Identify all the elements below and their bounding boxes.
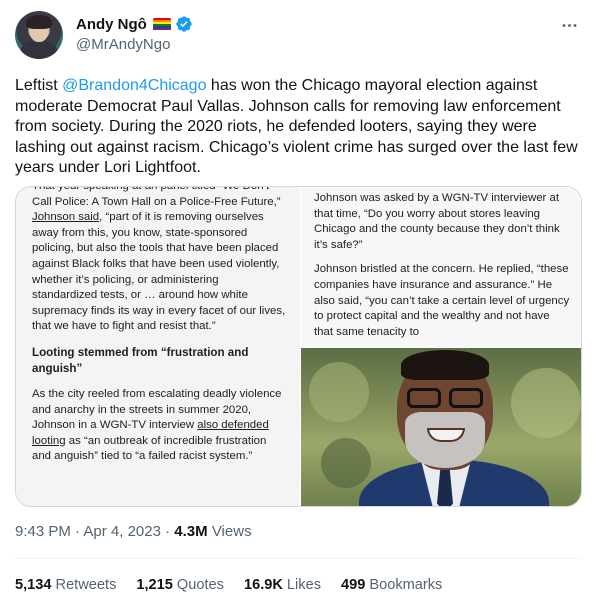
views-label: Views xyxy=(207,523,252,540)
more-horizontal-icon[interactable] xyxy=(557,13,581,37)
likes-stat[interactable]: 16.9K Likes xyxy=(244,577,321,593)
glasses-left-lens xyxy=(407,388,441,408)
rainbow-flag-icon xyxy=(152,17,171,31)
handle[interactable]: @MrAndyNgo xyxy=(76,36,170,53)
article-left-p1-a: That year speaking at an panel titled “W… xyxy=(32,186,281,208)
media-image[interactable]: That year speaking at an panel titled “W… xyxy=(15,186,582,507)
meta-separator: · xyxy=(160,523,175,540)
article-left-p1-link: Johnson said xyxy=(32,211,100,224)
meta-separator: · xyxy=(70,523,84,540)
display-name[interactable]: Andy Ngô xyxy=(76,16,147,33)
name-row: Andy Ngô xyxy=(76,15,193,33)
portrait-hair xyxy=(401,350,489,380)
quotes-count: 1,215 xyxy=(136,577,173,593)
mention-link[interactable]: @Brandon4Chicago xyxy=(62,77,206,94)
views-count: 4.3M xyxy=(174,523,208,540)
tweet-time[interactable]: 9:43 PM xyxy=(15,523,71,540)
retweets-label: Retweets xyxy=(55,577,117,593)
bokeh-3 xyxy=(321,438,371,488)
tweet-date[interactable]: Apr 4, 2023 xyxy=(83,523,161,540)
article-left-paragraph-2: As the city reeled from escalating deadl… xyxy=(32,387,286,465)
retweets-stat[interactable]: 5,134 Retweets xyxy=(15,577,116,593)
article-right-paragraph-1: Johnson was asked by a WGN-TV interviewe… xyxy=(314,192,560,251)
avatar[interactable] xyxy=(15,11,63,59)
bookmarks-count: 499 xyxy=(341,577,366,593)
likes-label: Likes xyxy=(286,577,321,593)
quotes-stat[interactable]: 1,215 Quotes xyxy=(136,577,224,593)
article-right-text: Johnson was asked by a WGN-TV interviewe… xyxy=(314,191,571,340)
glasses-right-lens xyxy=(449,388,483,408)
article-left-heading: Looting stemmed from “frustration and an… xyxy=(32,345,249,375)
avatar-body xyxy=(21,41,57,59)
likes-count: 16.9K xyxy=(243,577,283,593)
portrait-glasses xyxy=(405,388,487,410)
article-left-paragraph-1: That year speaking at an panel titled “W… xyxy=(32,186,286,335)
verified-badge-icon xyxy=(176,16,192,32)
retweets-count: 5,134 xyxy=(15,577,52,593)
quotes-label: Quotes xyxy=(176,577,224,593)
avatar-hair xyxy=(26,15,52,29)
tweet-prefix: Leftist xyxy=(15,77,63,94)
tweet-text: Leftist @Brandon4Chicago has won the Chi… xyxy=(15,76,581,179)
bookmarks-label: Bookmarks xyxy=(369,577,443,593)
bookmarks-stat[interactable]: 499 Bookmarks xyxy=(341,577,442,593)
article-right-column: Johnson was asked by a WGN-TV interviewe… xyxy=(301,187,581,506)
engagement-stats: 5,134 Retweets 1,215 Quotes 16.9K Likes 499… xyxy=(15,577,442,593)
article-left-p2-b: as “an outbreak of incredible frustratio… xyxy=(32,434,267,463)
article-left-text: That year speaking at an panel titled “W… xyxy=(32,186,286,465)
bokeh-2 xyxy=(511,368,581,438)
tweet-meta: 9:43 PM · Apr 4, 2023 · 4.3M Views xyxy=(15,523,252,540)
article-right-paragraph-2: Johnson bristled at the concern. He repl… xyxy=(314,263,570,338)
tweet-header: Andy Ngô @MrAndyNgo xyxy=(15,11,581,61)
portrait-photo xyxy=(301,348,581,506)
article-left-p1-b: , “part of it is removing ourselves away… xyxy=(32,211,286,333)
article-left-column: That year speaking at an panel titled “W… xyxy=(16,186,300,506)
bokeh-1 xyxy=(309,362,369,422)
divider xyxy=(15,558,581,559)
article-right-text-area: Johnson was asked by a WGN-TV interviewe… xyxy=(301,187,581,347)
